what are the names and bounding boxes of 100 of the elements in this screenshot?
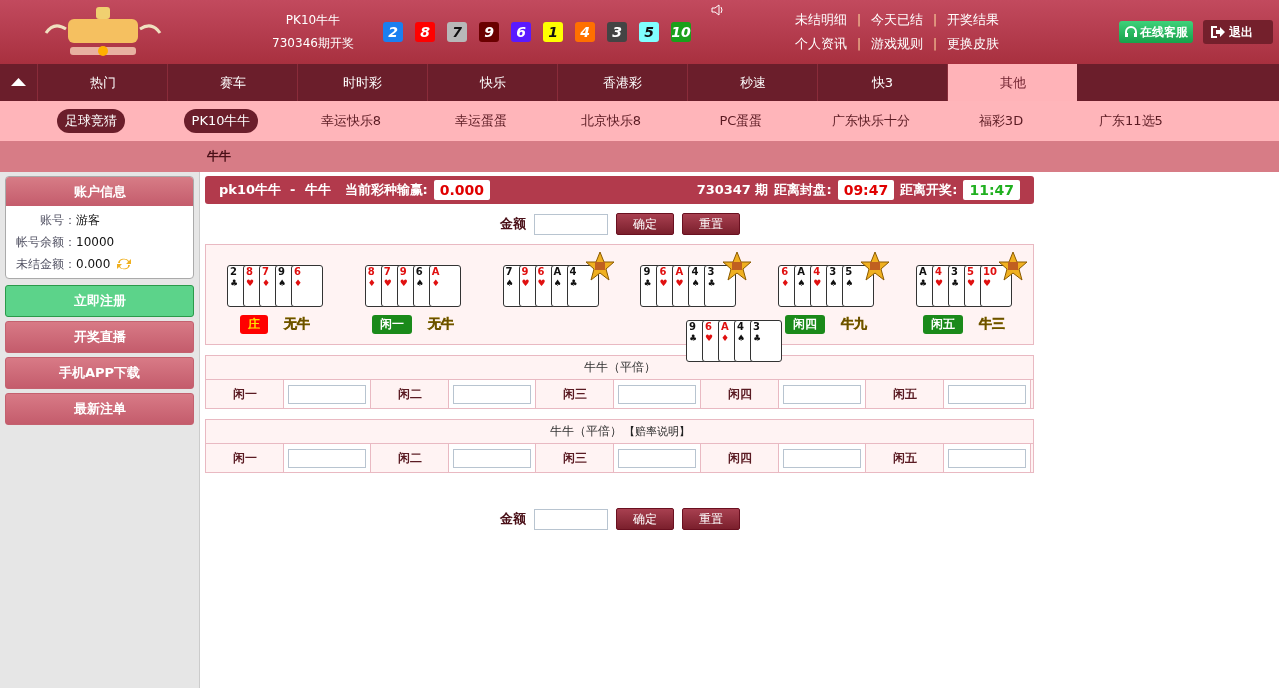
card-suit: ♣ [951,278,960,288]
header-link[interactable]: 个人资讯 [795,35,847,53]
card-rank: A [721,321,729,332]
reset-button[interactable]: 重置 [681,508,740,530]
card-suit: ♠ [845,278,854,288]
bet-field[interactable] [288,448,366,468]
confirm-button[interactable]: 确定 [615,508,674,530]
player-label: 庄 [239,315,268,334]
nav-tab[interactable]: 其他 [947,64,1077,101]
card-suit: ♣ [707,278,716,288]
game-tab[interactable]: 足球竞猜 [57,109,125,133]
card-rank: 3 [707,266,715,277]
card-rank: 8 [367,266,375,277]
confirm-button[interactable]: 确定 [615,213,674,235]
headset-icon [1124,25,1139,39]
bet-field[interactable] [618,448,696,468]
card-rank: A [553,266,562,277]
card-suit: ♥ [521,278,530,288]
bet-field[interactable] [453,448,531,468]
amount-label: 金额 [499,215,526,233]
header-link[interactable]: 更换皮肤 [947,35,1000,53]
card-suit: ♦ [367,278,376,288]
speaker-icon[interactable] [711,3,725,17]
game-tab[interactable]: PK10牛牛 [183,109,259,133]
header-link[interactable]: 开奖结果 [947,11,1000,29]
odds-link[interactable]: 【赔率说明】 [623,424,690,439]
card-rank: 4 [691,266,699,277]
bet-field[interactable] [288,384,366,404]
card-suit: ♠ [737,333,746,343]
card-suit: ♣ [919,278,928,288]
card-rank: 9 [643,266,651,277]
sidebar-button[interactable]: 最新注单 [5,393,194,425]
card-rank: 8 [245,266,253,277]
header-link[interactable]: 未结明细 [795,11,847,29]
card-suit: ♥ [813,278,822,288]
card-rank: 4 [813,266,821,277]
card-rank: 3 [951,266,958,277]
bet-field[interactable] [783,384,861,404]
card-suit: ♠ [505,278,514,288]
account-label: 帐号余额： [16,233,76,251]
bet-field[interactable] [948,384,1026,404]
card-suit: ♣ [229,278,238,288]
game-tab[interactable]: 幸运快乐8 [312,109,390,133]
card-rank: 6 [659,266,667,277]
card-suit: ♣ [643,278,652,288]
game-tab[interactable]: 广东11选5 [1091,109,1171,133]
card-suit: ♣ [689,333,698,343]
open-countdown: 11:47 [963,180,1020,200]
card-suit: ♠ [277,278,286,288]
game-tab[interactable]: PC蛋蛋 [711,109,771,133]
link-separator: | [857,13,862,27]
bet-field[interactable] [618,384,696,404]
table-title: 牛牛（平倍） [549,423,622,440]
account-value: 游客 [76,211,100,229]
profit-label: 当前彩种输赢: [344,181,428,199]
game-tab[interactable]: 福彩3D [970,109,1032,133]
card-suit: ♣ [753,333,762,343]
amount-label: 金额 [499,510,526,528]
hand-result: 无牛 [427,315,454,333]
card-suit: ♥ [675,278,684,288]
card-rank: 2 [229,266,237,277]
hand-result: 无牛 [283,315,310,333]
card-rank: 9 [521,266,529,277]
card-suit: ♥ [383,278,392,288]
card-suit: ♥ [399,278,408,288]
header-link[interactable]: 今天已结 [871,11,924,29]
card-suit: ♠ [415,278,424,288]
refresh-icon[interactable] [116,257,133,271]
link-separator: | [933,13,938,27]
card-rank: 9 [399,266,407,277]
bet-field[interactable] [948,448,1026,468]
card-rank: 5 [845,266,853,277]
card-rank: 6 [781,266,789,277]
card-rank: 9 [277,266,285,277]
card-rank: 9 [689,321,696,332]
card-rank: 6 [705,321,712,332]
card-suit: ♥ [935,278,944,288]
card-suit: ♦ [261,278,270,288]
card-suit: ♥ [659,278,668,288]
bet-field[interactable] [453,384,531,404]
header-link[interactable]: 游戏规则 [871,35,924,53]
game-tab[interactable]: 广东快乐十分 [824,109,918,133]
card-rank: 4 [935,266,942,277]
hand-result: 牛九 [841,315,868,333]
amount-field[interactable] [533,508,608,530]
period-number: 730347 期 [696,181,769,199]
card-suit: ♥ [967,278,976,288]
logout-button[interactable]: 退出 [1203,20,1274,44]
card-rank: A [431,266,440,277]
game-tab[interactable]: 幸运蛋蛋 [447,109,515,133]
player-label: 闲一 [371,315,412,334]
card-rank: 7 [505,266,513,277]
reset-button[interactable]: 重置 [681,213,740,235]
bet-field[interactable] [783,448,861,468]
card-suit: ♠ [797,278,806,288]
game-tab[interactable]: 北京快乐8 [572,109,650,133]
card-suit: ♣ [569,278,578,288]
amount-field[interactable] [533,213,608,235]
card-rank: 3 [829,266,837,277]
sidebar-button[interactable]: 开奖直播 [5,321,194,353]
